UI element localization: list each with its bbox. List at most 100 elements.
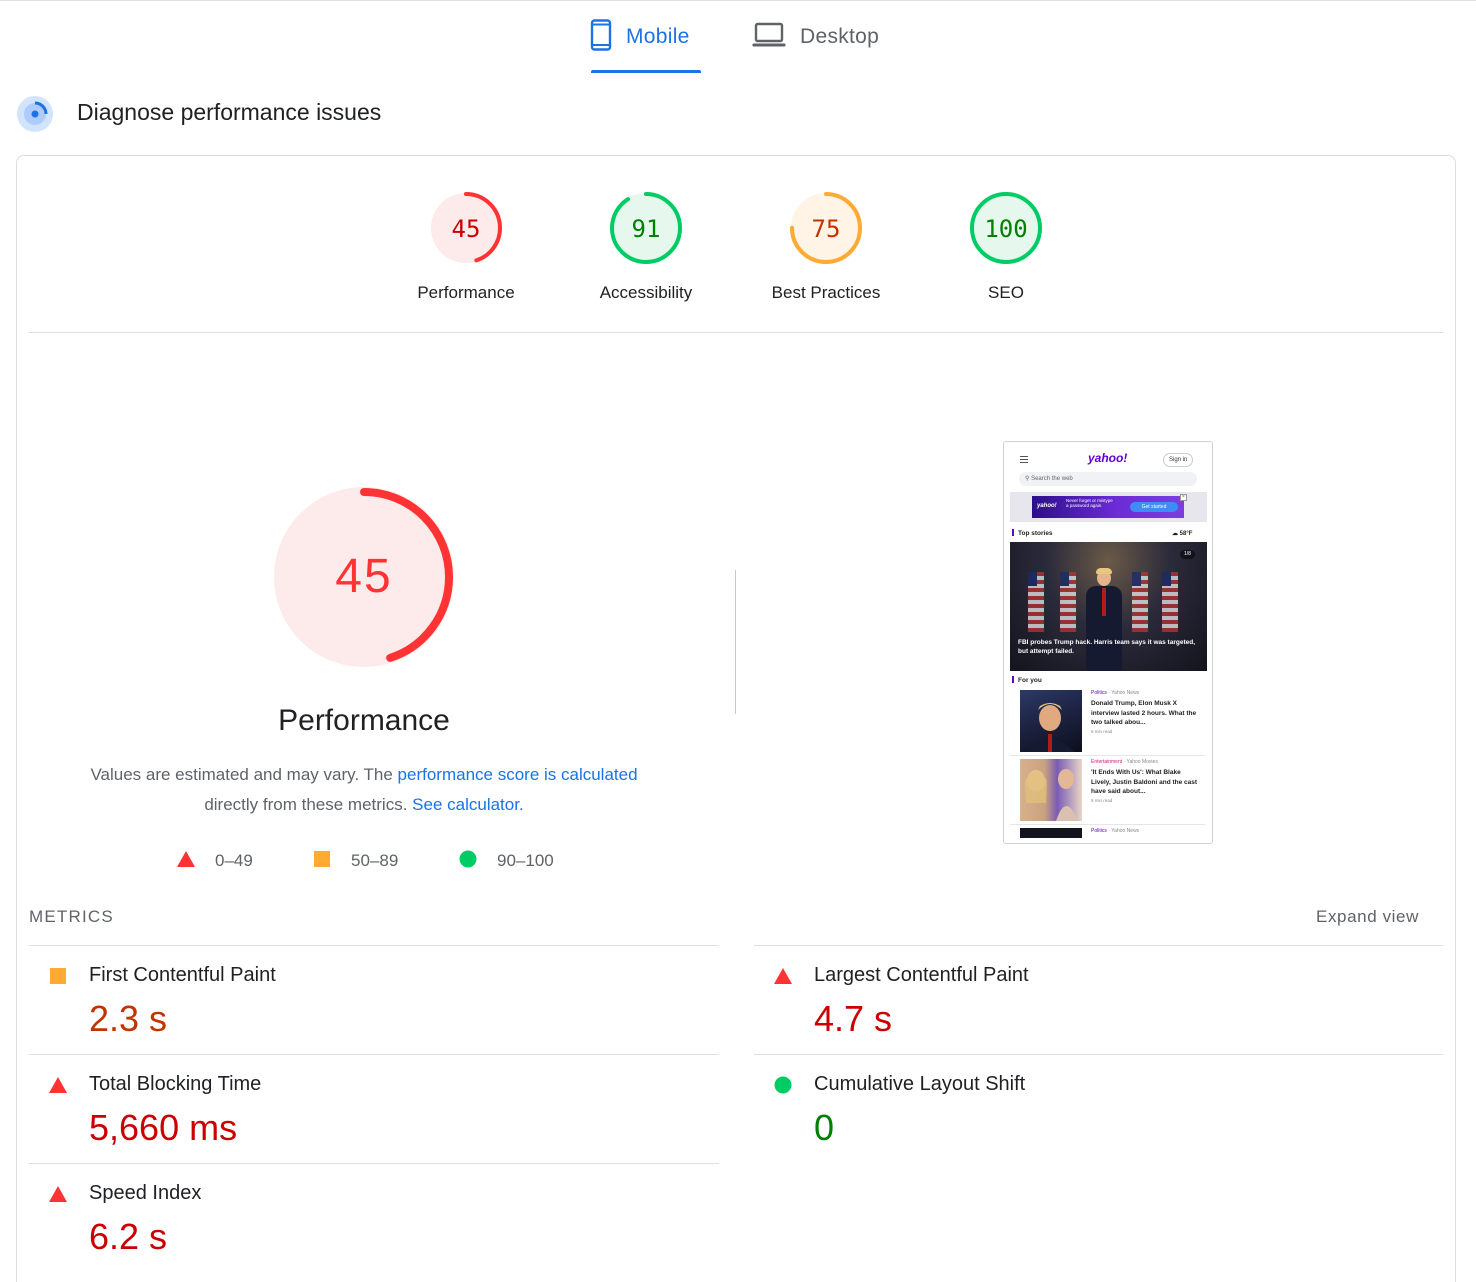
metric-fcp-name: First Contentful Paint (89, 964, 276, 986)
thumb-story-1-category: Politics (1091, 690, 1107, 696)
score-description: Values are estimated and may vary. The p… (60, 760, 668, 820)
laptop-icon (752, 22, 786, 53)
thumb-story-1-read: 6 min read (1091, 729, 1113, 734)
tab-desktop-label: Desktop (800, 25, 880, 48)
red-triangle-icon (177, 850, 195, 872)
metric-cls-name: Cumulative Layout Shift (814, 1073, 1026, 1095)
mobile-phone-icon (590, 18, 612, 56)
desc-text-1: Values are estimated and may vary. The (90, 765, 398, 784)
gauge-seo[interactable]: 100 SEO (926, 190, 1086, 303)
see-calculator-link[interactable]: See calculator. (412, 795, 524, 814)
orange-square-icon (313, 850, 331, 872)
gauge-seo-score: 100 (984, 215, 1027, 243)
gauge-best-practices-ring: 75 (790, 192, 862, 264)
metric-cumulative-layout-shift: Cumulative Layout Shift 0 (754, 1055, 1414, 1163)
legend-pass: 90–100 (459, 848, 554, 874)
legend-fail-range: 0–49 (215, 851, 253, 870)
thumb-hero-caption: FBI probes Trump hack. Harris team says … (1018, 639, 1196, 655)
thumb-story-1-title: Donald Trump, Elon Musk X interview last… (1091, 700, 1197, 726)
metric-lcp-value: 4.7 s (814, 998, 893, 1039)
legend-fail: 0–49 (177, 848, 253, 874)
legend-average: 50–89 (313, 848, 398, 874)
gauge-seo-label: SEO (988, 283, 1024, 302)
thumb-search-bar: ⚲ Search the web (1019, 472, 1197, 486)
thumb-for-you: For you (1012, 676, 1042, 684)
thumb-ad-text: Never forget or mistype a password again… (1066, 498, 1113, 508)
gauge-performance-ring: 45 (430, 192, 502, 264)
thumb-flag-3 (1132, 572, 1148, 632)
score-calculated-link[interactable]: performance score is calculated (398, 765, 638, 784)
thumb-flag-4 (1162, 572, 1178, 632)
metric-tbt-value: 5,660 ms (89, 1107, 238, 1148)
thumb-search-placeholder: Search the web (1031, 476, 1073, 482)
thumb-ad-close-icon: × (1180, 494, 1187, 501)
gauge-performance[interactable]: 45 Performance (386, 190, 546, 303)
gauge-best-practices[interactable]: 75 Best Practices (746, 190, 906, 303)
tab-mobile[interactable]: Mobile (590, 0, 702, 74)
section-title: Diagnose performance issues (77, 99, 382, 125)
metric-tbt-name: Total Blocking Time (89, 1073, 262, 1095)
main-performance-gauge: 45 (269, 482, 459, 672)
thumb-story-1-meta: Politics · Yahoo News (1091, 690, 1140, 696)
tab-desktop[interactable]: Desktop (752, 0, 902, 74)
thumb-story-3: Politics · Yahoo News (1010, 828, 1207, 843)
diagnose-gauge-icon (16, 95, 54, 133)
gauge-best-practices-score: 75 (812, 215, 841, 243)
thumb-story-rule-1 (1010, 755, 1205, 756)
metric-fcp-rating-icon (49, 967, 67, 985)
main-gauge-title: Performance (278, 704, 450, 737)
thumb-story-1-source: Yahoo News (1111, 690, 1140, 696)
tab-mobile-label: Mobile (626, 25, 690, 48)
metric-lcp-rating-icon (774, 967, 792, 985)
yahoo-logo: yahoo! (1088, 451, 1128, 465)
metric-total-blocking-time: Total Blocking Time 5,660 ms (29, 1055, 689, 1163)
metric-si-rating-icon (49, 1185, 67, 1203)
thumb-flag-2 (1060, 572, 1076, 632)
metric-speed-index: Speed Index 6.2 s (29, 1164, 689, 1272)
thumb-story-2-category: Entertainment (1091, 759, 1123, 765)
thumb-top-stories: Top stories (1012, 529, 1053, 537)
thumb-flag-1 (1028, 572, 1044, 632)
pagespeed-report: Mobile Desktop Diagnose performance issu… (0, 0, 1476, 1282)
metric-si-value: 6.2 s (89, 1216, 168, 1257)
main-gauge-ring: 45 (274, 487, 454, 667)
pass-rating-shape (774, 1076, 792, 1094)
metric-lcp-name: Largest Contentful Paint (814, 964, 1029, 986)
thumb-story-2-read: 9 min read (1091, 798, 1113, 803)
gauge-accessibility-label: Accessibility (599, 283, 693, 302)
gauge-best-practices-label: Best Practices (771, 283, 881, 302)
thumb-ad-inner: yahoo! Never forget or mistype a passwor… (1032, 496, 1184, 518)
fail-rating-shape (49, 1077, 67, 1093)
gauge-accessibility-ring: 91 (610, 192, 682, 264)
page-screenshot-thumbnail[interactable]: yahoo! Sign in ⚲ Search the web yahoo! N… (1003, 441, 1213, 844)
metric-fcp-value: 2.3 s (89, 998, 168, 1039)
thumb-weather-icon: ☁ (1172, 531, 1180, 537)
card-divider (29, 332, 1443, 333)
gauge-performance-score: 45 (452, 215, 481, 243)
thumb-weather: ☁ 58°F (1172, 530, 1192, 537)
expand-view-toggle[interactable]: Expand view (1316, 907, 1419, 927)
gauge-performance-label: Performance (417, 283, 515, 302)
average-rating-shape (50, 968, 66, 984)
metric-cls-value: 0 (814, 1107, 835, 1148)
hamburger-menu-icon (1020, 456, 1028, 465)
thumb-story-2: Entertainment · Yahoo Movies 'It Ends Wi… (1010, 759, 1207, 825)
metric-first-contentful-paint: First Contentful Paint 2.3 s (29, 946, 689, 1054)
legend-pass-range: 90–100 (497, 851, 554, 870)
thumb-story-3-meta: Politics · Yahoo News (1091, 828, 1140, 834)
thumb-ad-button: Get started (1130, 502, 1178, 512)
thumb-story-3-source: Yahoo News (1111, 828, 1140, 834)
thumb-ad-banner: yahoo! Never forget or mistype a passwor… (1010, 492, 1207, 522)
device-tabs: Mobile Desktop (0, 0, 1476, 74)
metric-tbt-rating-icon (49, 1076, 67, 1094)
metrics-heading: METRICS (29, 907, 114, 926)
metric-si-name: Speed Index (89, 1182, 202, 1204)
fail-rating-shape (49, 1186, 67, 1202)
main-gauge-score: 45 (335, 550, 392, 603)
thumb-hero-counter: 1/8 (1180, 550, 1195, 559)
thumb-weather-temp: 58°F (1179, 531, 1193, 537)
gauge-accessibility[interactable]: 91 Accessibility (566, 190, 726, 303)
active-tab-indicator (591, 70, 701, 73)
thumb-story-2-title: 'It Ends With Us': What Blake Lively, Ju… (1091, 769, 1198, 795)
fail-rating-shape (774, 968, 792, 984)
